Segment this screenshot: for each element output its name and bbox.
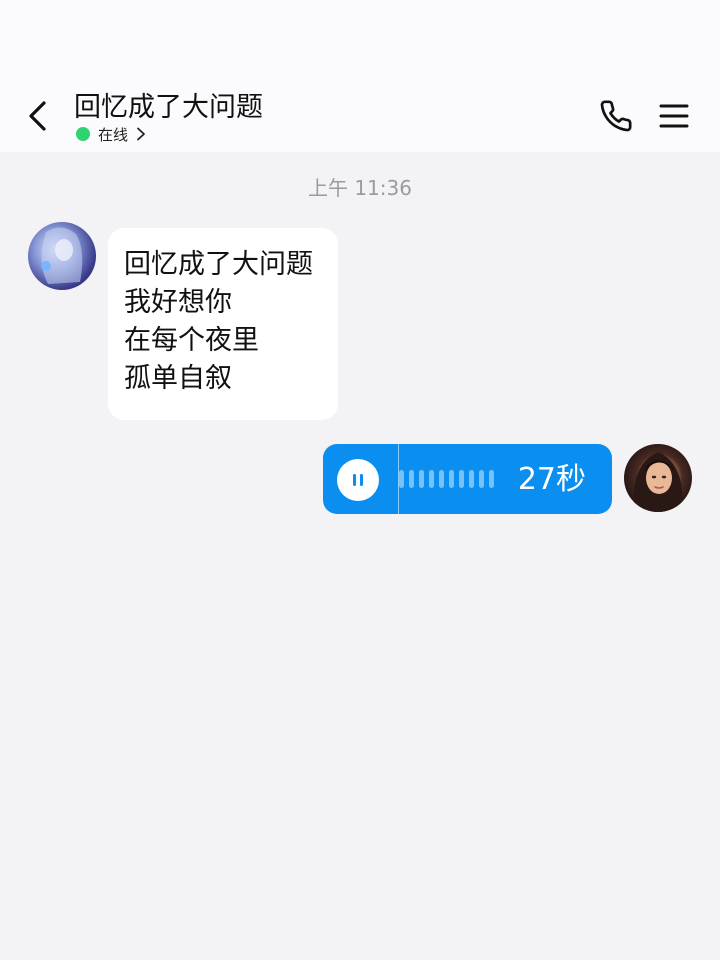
wave-bar [439,470,444,488]
wave-bar [469,470,474,488]
contact-avatar[interactable] [28,222,96,290]
online-status[interactable]: 在线 [76,124,146,144]
avatar-illustration [41,227,83,284]
chat-title: 回忆成了大问题 [74,92,263,123]
status-label: 在线 [98,125,129,144]
more-menu-button[interactable] [652,96,696,136]
voice-waveform[interactable] [399,468,494,490]
wave-bar [419,470,424,488]
message-line: 回忆成了大问题 [124,249,313,280]
call-button[interactable] [596,96,636,136]
message-line: 在每个夜里 [124,325,259,356]
phone-icon [600,100,632,132]
online-dot-icon [76,127,90,141]
avatar-portrait [633,452,683,512]
voice-message-bubble[interactable]: 27秒 [323,444,612,514]
wave-bar [489,470,494,488]
wave-bar [459,470,464,488]
message-timestamp: 上午 11:36 [308,176,412,200]
my-avatar[interactable] [624,444,692,512]
chevron-left-icon [29,101,46,131]
message-line: 孤单自叙 [124,363,232,394]
pause-icon [353,474,363,486]
menu-icon [659,104,689,128]
wave-bar [409,470,414,488]
wave-bar [429,470,434,488]
chat-header: 回忆成了大问题 在线 [0,0,720,152]
voice-duration: 27秒 [517,462,586,497]
wave-bar [479,470,484,488]
wave-bar [399,470,404,488]
wave-bar [449,470,454,488]
chevron-right-icon [137,127,145,141]
message-line: 我好想你 [124,287,232,318]
back-button[interactable] [18,96,58,136]
incoming-message-bubble[interactable]: 回忆成了大问题 我好想你 在每个夜里 孤单自叙 [108,228,338,420]
pause-button[interactable] [337,459,379,501]
